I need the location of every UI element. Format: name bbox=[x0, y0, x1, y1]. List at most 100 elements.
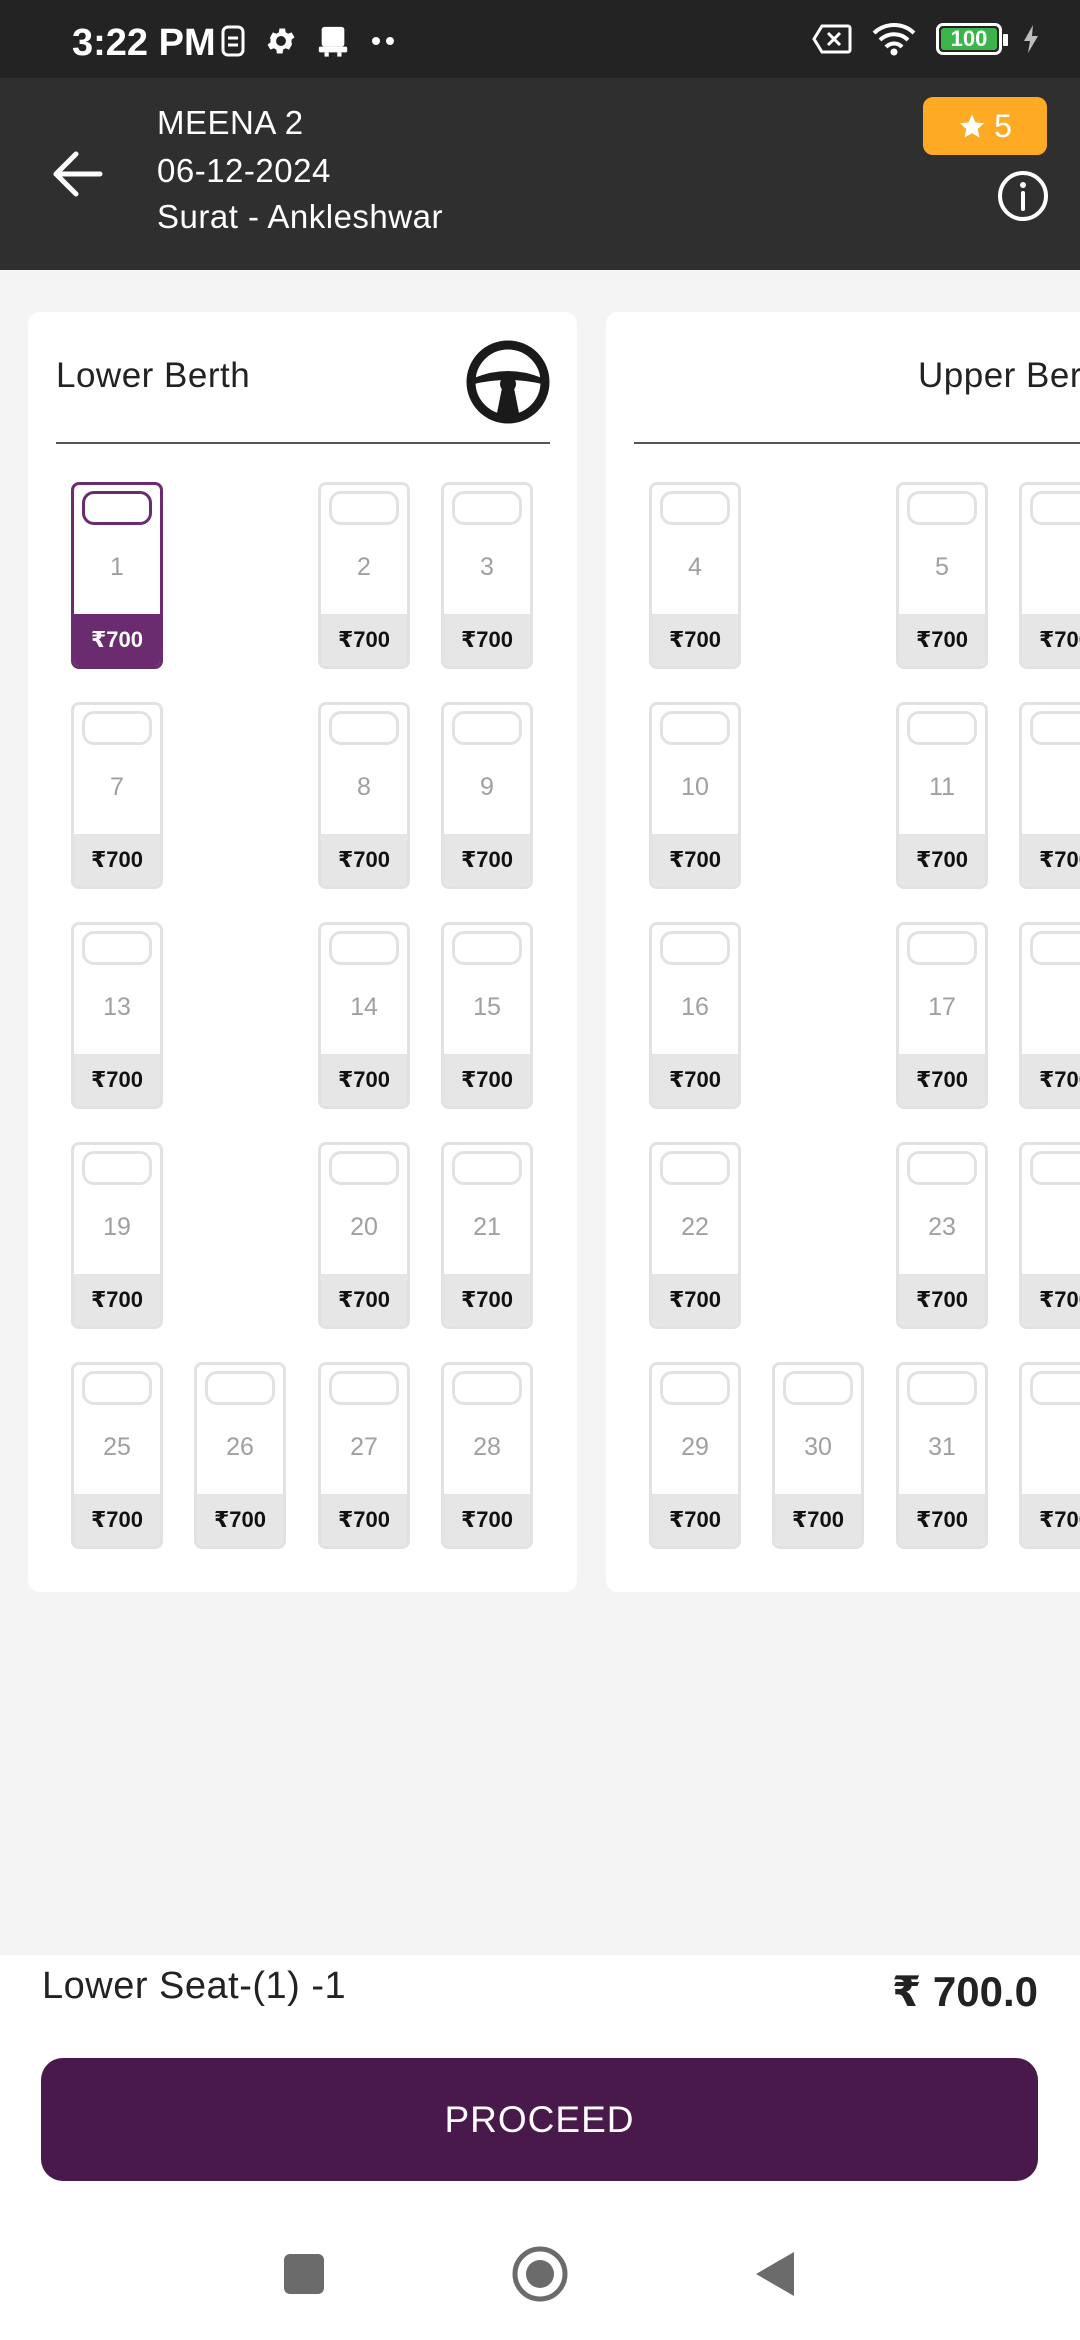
lower-berth-title: Lower Berth bbox=[56, 356, 251, 395]
rating-value: 5 bbox=[994, 107, 1012, 144]
seat-pillow bbox=[907, 711, 977, 745]
trip-header: MEENA 2 06-12-2024 Surat - Ankleshwar 5 bbox=[0, 78, 1080, 270]
upper-berth-title: Upper Berth bbox=[918, 356, 1080, 395]
seat-pillow bbox=[1030, 1151, 1080, 1185]
seat-number: 16 bbox=[681, 993, 709, 1021]
seat-price: ₹700 bbox=[321, 614, 407, 666]
seat[interactable]: 3 ₹700 bbox=[441, 482, 533, 669]
status-icons-left bbox=[220, 24, 398, 58]
seat-pillow bbox=[329, 711, 399, 745]
seat[interactable]: 30 ₹700 bbox=[772, 1362, 864, 1549]
seat-price: ₹700 bbox=[74, 834, 160, 886]
seat[interactable]: 11 ₹700 bbox=[896, 702, 988, 889]
seat[interactable]: 21 ₹700 bbox=[441, 1142, 533, 1329]
seat-number: 30 bbox=[804, 1433, 832, 1461]
seat-number: 15 bbox=[473, 993, 501, 1021]
seat[interactable]: 13 ₹700 bbox=[71, 922, 163, 1109]
recents-icon[interactable] bbox=[274, 2244, 334, 2304]
star-icon bbox=[959, 114, 985, 138]
seat-price: ₹700 bbox=[1022, 1054, 1080, 1106]
seat-pillow bbox=[329, 931, 399, 965]
seat-pillow bbox=[660, 1151, 730, 1185]
seat[interactable]: 15 ₹700 bbox=[441, 922, 533, 1109]
seat[interactable]: 16 ₹700 bbox=[649, 922, 741, 1109]
seat-number: 27 bbox=[350, 1433, 378, 1461]
seat-number: 13 bbox=[103, 993, 131, 1021]
seat[interactable]: 23 ₹700 bbox=[896, 1142, 988, 1329]
info-icon[interactable] bbox=[996, 169, 1050, 223]
seat-price: ₹700 bbox=[74, 1494, 160, 1546]
rating-badge[interactable]: 5 bbox=[923, 97, 1047, 155]
seat-price: ₹700 bbox=[652, 1494, 738, 1546]
seat[interactable]: 5 ₹700 bbox=[896, 482, 988, 669]
seat[interactable]: 25 ₹700 bbox=[71, 1362, 163, 1549]
seat-number: 9 bbox=[480, 773, 494, 801]
seat-price: ₹700 bbox=[1022, 834, 1080, 886]
seat-price: ₹700 bbox=[652, 834, 738, 886]
seat-price: ₹700 bbox=[321, 1494, 407, 1546]
lower-berth-panel: Lower Berth 1 ₹700 2 ₹700 3 ₹700 7 ₹700 8 ₹700 9 ₹7… bbox=[28, 312, 577, 1592]
seat-number: 23 bbox=[928, 1213, 956, 1241]
battery-icon: 100 bbox=[936, 23, 1008, 55]
seat-number: 22 bbox=[681, 1213, 709, 1241]
seat-pillow bbox=[452, 1371, 522, 1405]
back-nav-icon[interactable] bbox=[746, 2244, 806, 2304]
seat-pillow bbox=[783, 1371, 853, 1405]
seat[interactable]: ₹700 bbox=[1019, 702, 1080, 889]
seat[interactable]: 31 ₹700 bbox=[896, 1362, 988, 1549]
seat[interactable]: 1 ₹700 bbox=[71, 482, 163, 669]
home-icon[interactable] bbox=[510, 2244, 570, 2304]
seat[interactable]: 20 ₹700 bbox=[318, 1142, 410, 1329]
travel-date: 06-12-2024 bbox=[157, 152, 331, 189]
seat[interactable]: 27 ₹700 bbox=[318, 1362, 410, 1549]
seat-pillow bbox=[907, 1371, 977, 1405]
seat[interactable]: 19 ₹700 bbox=[71, 1142, 163, 1329]
seat[interactable]: 14 ₹700 bbox=[318, 922, 410, 1109]
seat[interactable]: 2 ₹700 bbox=[318, 482, 410, 669]
seat[interactable]: 10 ₹700 bbox=[649, 702, 741, 889]
seat-pillow bbox=[660, 491, 730, 525]
seat[interactable]: 26 ₹700 bbox=[194, 1362, 286, 1549]
seat-price: ₹700 bbox=[652, 614, 738, 666]
seat-pillow bbox=[329, 491, 399, 525]
seat-number: 4 bbox=[688, 553, 702, 581]
seat[interactable]: 9 ₹700 bbox=[441, 702, 533, 889]
seat-pillow bbox=[329, 1151, 399, 1185]
seat-pillow bbox=[907, 931, 977, 965]
seat[interactable]: 4 ₹700 bbox=[649, 482, 741, 669]
status-icons-right: 100 bbox=[812, 22, 1040, 56]
seat-number: 2 bbox=[357, 553, 371, 581]
seat-pillow bbox=[82, 1371, 152, 1405]
seat-pillow bbox=[82, 931, 152, 965]
seat-pillow bbox=[452, 1151, 522, 1185]
seat-number: 31 bbox=[928, 1433, 956, 1461]
seat-number: 8 bbox=[357, 773, 371, 801]
seat[interactable]: ₹700 bbox=[1019, 1142, 1080, 1329]
back-arrow-icon[interactable] bbox=[48, 144, 108, 204]
proceed-button[interactable]: PROCEED bbox=[41, 2058, 1038, 2181]
seat-number: 17 bbox=[928, 993, 956, 1021]
seat-pillow bbox=[907, 491, 977, 525]
seat[interactable]: ₹700 bbox=[1019, 1362, 1080, 1549]
seat-pillow bbox=[660, 1371, 730, 1405]
seat[interactable]: 28 ₹700 bbox=[441, 1362, 533, 1549]
seat-price: ₹700 bbox=[321, 1274, 407, 1326]
seat[interactable]: ₹700 bbox=[1019, 482, 1080, 669]
seat[interactable]: 7 ₹700 bbox=[71, 702, 163, 889]
seat-price: ₹700 bbox=[321, 1054, 407, 1106]
charging-icon bbox=[1024, 25, 1038, 53]
seat-number: 29 bbox=[681, 1433, 709, 1461]
seat[interactable]: 22 ₹700 bbox=[649, 1142, 741, 1329]
no-signal-icon bbox=[812, 24, 852, 54]
seat[interactable]: 8 ₹700 bbox=[318, 702, 410, 889]
seat-price: ₹700 bbox=[1022, 1494, 1080, 1546]
system-nav-bar bbox=[0, 2210, 1080, 2340]
seat-number: 10 bbox=[681, 773, 709, 801]
seat[interactable]: 29 ₹700 bbox=[649, 1362, 741, 1549]
seat-pillow bbox=[1030, 1371, 1080, 1405]
wifi-icon bbox=[872, 23, 916, 56]
seat-number: 3 bbox=[480, 553, 494, 581]
seat[interactable]: ₹700 bbox=[1019, 922, 1080, 1109]
seat-pillow bbox=[1030, 711, 1080, 745]
seat[interactable]: 17 ₹700 bbox=[896, 922, 988, 1109]
